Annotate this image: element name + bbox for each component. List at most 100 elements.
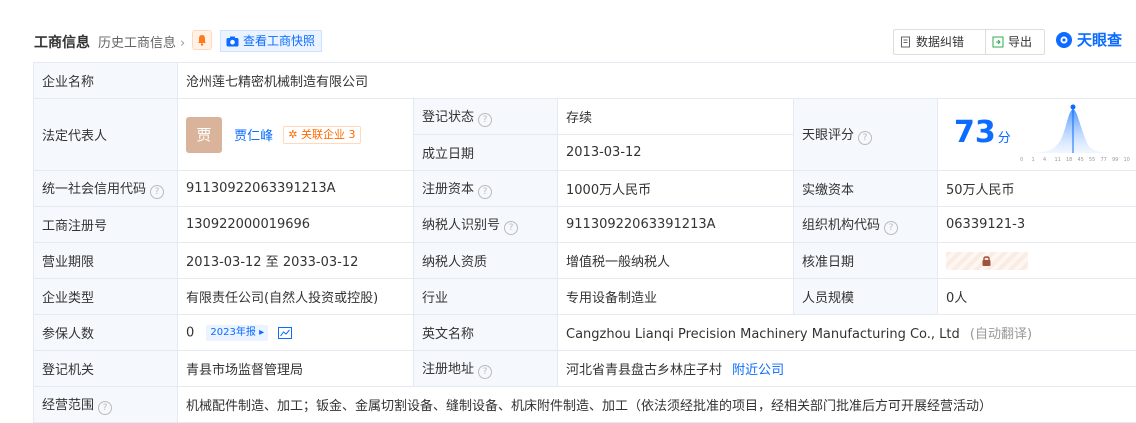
avatar: 贾 [186,117,222,153]
company-name-value: 沧州莲七精密机械制造有限公司 [178,63,1136,99]
reg-capital-label: 注册资本? [414,171,558,207]
scope-value: 机械配件制造、加工；钣金、金属切割设备、缝制设备、机床附件制造、加工（依法须经批… [178,387,1136,423]
paid-capital-value: 50万人民币 [938,171,1136,207]
related-icon: ✲ [288,128,297,141]
business-info-table: 企业名称 沧州莲七精密机械制造有限公司 法定代表人 贾 贾仁峰 ✲ 关联企业 3… [33,62,1136,423]
taxpayer-qual-value: 增值税一般纳税人 [558,243,794,279]
legal-rep-name-link[interactable]: 贾仁峰 [234,129,273,144]
reg-status-value: 存续 [558,99,794,135]
taxpayer-id-value: 91130922063391213A [558,207,794,243]
score-tick-label: 77 [1101,157,1107,163]
est-date-value: 2013-03-12 [558,135,794,171]
tianyan-score-label: 天眼评分? [794,99,938,171]
authority-value: 青县市场监督管理局 [178,351,414,387]
insured-value: 0 2023年报 ▸ [178,315,414,351]
org-code-value: 06339121-3 [938,207,1136,243]
monitor-icon[interactable] [192,30,212,50]
reg-number-value: 130922000019696 [178,207,414,243]
reg-capital-value: 1000万人民币 [558,171,794,207]
scope-label: 经营范围? [34,387,178,423]
locked-value-box[interactable] [946,252,1028,270]
help-icon[interactable]: ? [150,185,164,199]
reg-number-label: 工商注册号 [34,207,178,243]
authority-label: 登记机关 [34,351,178,387]
table-row: 经营范围? 机械配件制造、加工；钣金、金属切割设备、缝制设备、机床附件制造、加工… [34,387,1136,423]
paid-capital-label: 实缴资本 [794,171,938,207]
help-icon[interactable]: ? [98,401,112,415]
score-ticks: 0 1 4 11 18 45 55 77 99 100 [1020,157,1130,163]
help-icon[interactable]: ? [504,221,518,235]
help-icon[interactable]: ? [478,365,492,379]
business-term-value: 2013-03-12 至 2033-03-12 [178,243,414,279]
english-name-value: Cangzhou Lianqi Precision Machinery Manu… [558,315,1136,351]
org-code-label: 组织机构代码? [794,207,938,243]
trend-chart-icon[interactable] [278,327,292,339]
help-icon[interactable]: ? [884,221,898,235]
insured-label: 参保人数 [34,315,178,351]
table-row: 企业名称 沧州莲七精密机械制造有限公司 [34,63,1136,99]
approval-date-label: 核准日期 [794,243,938,279]
credit-code-label: 统一社会信用代码? [34,171,178,207]
legal-rep-label: 法定代表人 [34,99,178,171]
tianyan-score-value[interactable]: 73分 0 1 4 11 18 45 55 77 99 100 [938,99,1136,171]
industry-value: 专用设备制造业 [558,279,794,315]
score-tick-label: 45 [1078,157,1084,163]
lock-icon [981,255,992,267]
annual-report-dropdown[interactable]: 2023年报 ▸ [206,325,268,341]
document-edit-icon [900,36,912,48]
credit-code-value: 91130922063391213A [178,171,414,207]
nearby-companies-link[interactable]: 附近公司 [732,363,784,378]
score-marker-dot [1071,105,1076,110]
camera-icon [226,36,239,47]
english-name-label: 英文名称 [414,315,558,351]
chevron-right-icon: › [180,36,185,51]
brand-logo: 天眼查 [1055,29,1122,50]
score-tick-label: 0 [1020,157,1023,163]
staff-size-label: 人员规模 [794,279,938,315]
score-tick-label: 4 [1043,157,1046,163]
score-tick-label: 11 [1055,157,1061,163]
help-icon[interactable]: ? [478,113,492,127]
help-icon[interactable]: ? [478,185,492,199]
taxpayer-id-label: 纳税人识别号? [414,207,558,243]
help-icon[interactable]: ? [858,131,872,145]
staff-size-value: 0人 [938,279,1136,315]
snapshot-button[interactable]: 查看工商快照 [220,30,322,52]
est-date-label: 成立日期 [414,135,558,171]
table-row: 参保人数 0 2023年报 ▸ 英文名称 Cangzhou Lianqi Pre… [34,315,1136,351]
table-row: 营业期限 2013-03-12 至 2033-03-12 纳税人资质 增值税一般… [34,243,1136,279]
export-button[interactable]: 导出 [985,29,1045,55]
business-term-label: 营业期限 [34,243,178,279]
caret-icon: ▸ [259,327,264,338]
table-row: 企业类型 有限责任公司(自然人投资或控股) 行业 专用设备制造业 人员规模 0人 [34,279,1136,315]
tianyancha-logo-icon [1055,31,1073,49]
score-tick-label: 18 [1066,157,1072,163]
section-header: 工商信息 历史工商信息› 查看工商快照 数据纠错 导出 天眼查 [0,0,1136,64]
data-correction-button[interactable]: 数据纠错 [893,29,987,55]
score-tick-label: 55 [1089,157,1095,163]
table-row: 统一社会信用代码? 91130922063391213A 注册资本? 1000万… [34,171,1136,207]
taxpayer-qual-label: 纳税人资质 [414,243,558,279]
score-number: 73 [954,115,996,150]
table-row: 登记机关 青县市场监督管理局 注册地址? 河北省青县盘古乡林庄子村 附近公司 [34,351,1136,387]
related-companies-tag[interactable]: ✲ 关联企业 3 [283,126,360,144]
company-name-label: 企业名称 [34,63,178,99]
score-tick-label: 99 [1112,157,1118,163]
reg-status-label: 登记状态? [414,99,558,135]
company-type-label: 企业类型 [34,279,178,315]
company-type-value: 有限责任公司(自然人投资或控股) [178,279,414,315]
history-link[interactable]: 历史工商信息› [98,32,185,51]
address-label: 注册地址? [414,351,558,387]
legal-rep-value: 贾 贾仁峰 ✲ 关联企业 3 [178,99,414,171]
score-tick-label: 1 [1032,157,1035,163]
auto-translate-note: (自动翻译) [970,327,1032,342]
table-row: 工商注册号 130922000019696 纳税人识别号? 9113092206… [34,207,1136,243]
score-tick-label: 100 [1124,157,1131,163]
score-unit: 分 [998,131,1011,146]
approval-date-value[interactable] [938,243,1136,279]
table-row: 法定代表人 贾 贾仁峰 ✲ 关联企业 3 登记状态? 存续 天眼评分? 73分 … [34,99,1136,135]
export-icon [992,36,1004,48]
industry-label: 行业 [414,279,558,315]
score-distribution-chart: 0 1 4 11 18 45 55 77 99 100 [1018,103,1130,165]
address-value: 河北省青县盘古乡林庄子村 附近公司 [558,351,1136,387]
